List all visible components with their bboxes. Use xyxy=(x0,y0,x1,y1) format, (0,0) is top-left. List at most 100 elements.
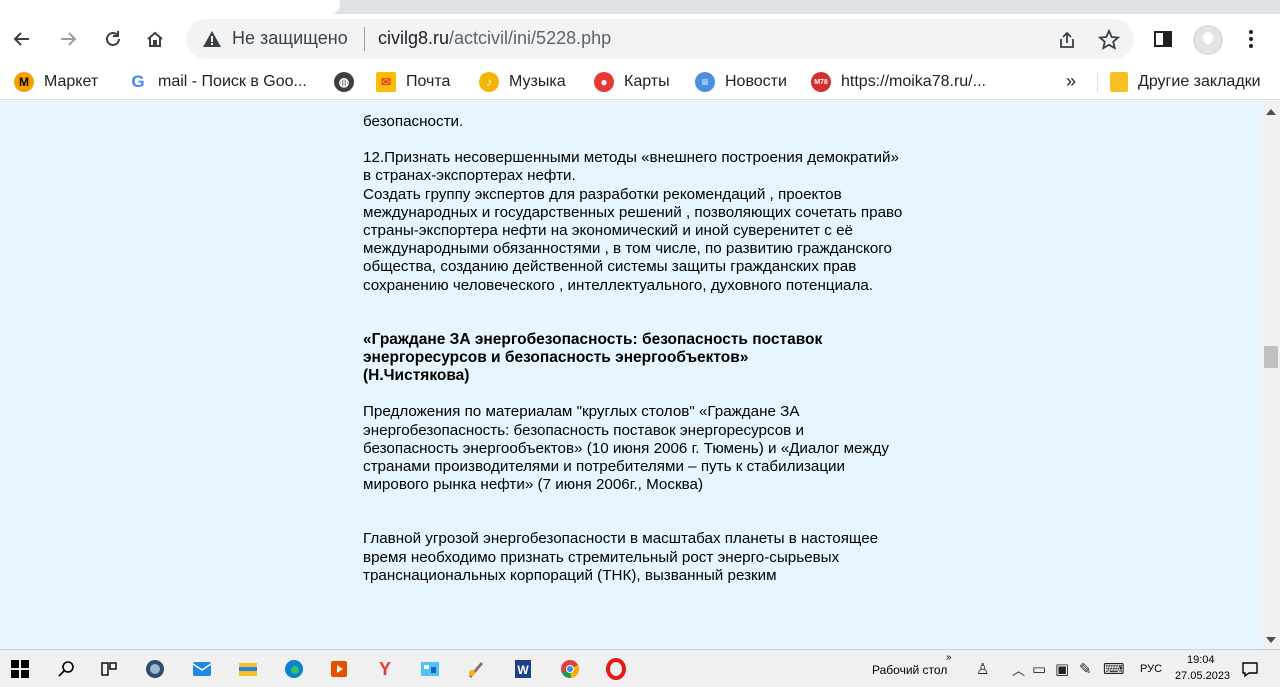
maps-pin-icon: ● xyxy=(594,72,614,92)
bookmark-news[interactable]: ≡ Новости xyxy=(695,71,787,93)
bookmark-label: Музыка xyxy=(509,73,566,90)
news-icon: ≡ xyxy=(695,72,715,92)
windows-taskbar: Y W Рабочий стол » ♙ ︿ ▭ ▣ ✎ ⌨ РУС 19:04… xyxy=(0,649,1280,687)
taskbar-app-explorer[interactable] xyxy=(236,657,260,681)
bookmarks-overflow-button[interactable]: » xyxy=(1066,71,1076,92)
star-icon xyxy=(1098,29,1120,50)
menu-button[interactable] xyxy=(1234,22,1268,56)
bookmark-label: Новости xyxy=(725,73,787,90)
network-icon[interactable]: ▣ xyxy=(1055,660,1069,678)
clock-date[interactable]: 27.05.2023 xyxy=(1175,670,1230,682)
bookmarks-divider xyxy=(1097,73,1098,93)
tab-strip xyxy=(0,0,1280,14)
bookmark-mail[interactable]: ✉ Почта xyxy=(376,71,450,93)
profile-avatar[interactable] xyxy=(1193,25,1223,55)
bookmark-label: Карты xyxy=(624,73,670,90)
bookmark-globe[interactable]: ◍ xyxy=(334,71,364,93)
start-button[interactable] xyxy=(8,657,32,681)
mail-app-icon xyxy=(192,662,212,676)
bookmark-label: Другие закладки xyxy=(1138,73,1261,90)
battery-icon[interactable]: ▭ xyxy=(1032,660,1046,678)
arrow-right-icon xyxy=(61,32,77,46)
notifications-button[interactable] xyxy=(1238,657,1262,681)
language-indicator[interactable]: РУС xyxy=(1140,663,1162,675)
bookmark-moika78[interactable]: M78 https://moika78.ru/... xyxy=(811,71,986,93)
edge-icon xyxy=(285,660,303,678)
share-button[interactable] xyxy=(1054,27,1080,53)
section-heading-author: (Н.Чистякова) xyxy=(363,367,470,385)
bookmark-other-folder[interactable]: Другие закладки xyxy=(1110,71,1261,93)
notification-icon xyxy=(1242,662,1258,678)
taskbar-app-yandex[interactable]: Y xyxy=(373,657,397,681)
section-heading-line1: «Граждане ЗА энергобезопасность: безопас… xyxy=(363,330,823,348)
item-12-title: 12.Признать несовершенными методы «внешн… xyxy=(363,149,899,185)
kebab-menu-icon xyxy=(1249,30,1253,48)
reload-button[interactable] xyxy=(96,22,130,56)
paint-icon xyxy=(469,662,483,678)
folder-icon xyxy=(1110,72,1128,92)
bookmark-label: mail - Поиск в Goo... xyxy=(158,73,307,90)
scroll-thumb[interactable] xyxy=(1264,346,1278,368)
bookmark-music[interactable]: ♪ Музыка xyxy=(479,71,566,93)
chevron-up-icon[interactable]: ︿ xyxy=(1012,660,1025,679)
task-view-button[interactable] xyxy=(97,657,121,681)
address-bar[interactable]: Не защищено civilg8.ru/actcivil/ini/5228… xyxy=(186,19,1134,59)
side-panel-icon xyxy=(1154,31,1172,47)
windows-logo-icon xyxy=(11,660,29,678)
scroll-down-arrow-icon[interactable] xyxy=(1266,637,1276,643)
yandex-market-icon: М xyxy=(14,72,34,92)
bookmark-maps[interactable]: ● Карты xyxy=(594,71,670,93)
share-icon xyxy=(1060,31,1074,48)
vertical-scrollbar[interactable] xyxy=(1262,101,1280,649)
taskbar-app-media[interactable] xyxy=(327,657,351,681)
keyboard-icon[interactable]: ⌨ xyxy=(1103,660,1125,678)
bookmarks-bar: М Маркет G mail - Поиск в Goo... ◍ ✉ Поч… xyxy=(0,64,1280,100)
clock-time[interactable]: 19:04 xyxy=(1187,654,1215,666)
task-view-icon xyxy=(101,662,117,676)
proposal-paragraph: Предложения по материалам "круглых столо… xyxy=(363,403,889,494)
article-body: безопасности. 12.Признать несовершенными… xyxy=(363,101,903,585)
side-panel-button[interactable] xyxy=(1146,22,1180,56)
bookmark-market[interactable]: М Маркет xyxy=(14,71,98,93)
google-icon: G xyxy=(128,72,148,92)
taskbar-search-button[interactable] xyxy=(54,657,78,681)
paragraph-fragment: безопасности. xyxy=(363,113,464,130)
security-status[interactable]: Не защищено xyxy=(232,28,348,49)
arrow-left-icon xyxy=(13,32,29,46)
taskbar-app-mail[interactable] xyxy=(190,657,214,681)
taskbar-app-cortana[interactable] xyxy=(143,657,167,681)
address-divider xyxy=(364,27,365,51)
taskbar-app-control-panel[interactable] xyxy=(418,657,442,681)
scroll-up-arrow-icon[interactable] xyxy=(1266,109,1276,115)
url-path: /actcivil/ini/5228.php xyxy=(449,28,612,48)
desktop-toolbar-expand[interactable]: » xyxy=(946,652,952,663)
home-button[interactable] xyxy=(138,22,172,56)
warning-triangle-icon[interactable] xyxy=(202,29,222,49)
bookmark-label: Почта xyxy=(406,73,451,90)
yandex-browser-icon: Y xyxy=(378,658,391,679)
bookmark-label: https://moika78.ru/... xyxy=(841,73,986,90)
opera-icon xyxy=(606,658,626,680)
taskbar-app-chrome[interactable] xyxy=(558,657,582,681)
word-icon: W xyxy=(515,660,531,678)
active-tab[interactable] xyxy=(0,0,340,14)
bookmark-label: Маркет xyxy=(44,73,99,90)
taskbar-app-edge[interactable] xyxy=(282,657,306,681)
bookmark-google-search[interactable]: G mail - Поиск в Goo... xyxy=(128,71,307,93)
people-icon[interactable]: ♙ xyxy=(976,660,989,678)
page-content: безопасности. 12.Признать несовершенными… xyxy=(0,101,1262,649)
section-heading-line2: энергоресурсов и безопасность энергообъе… xyxy=(363,349,749,367)
desktop-toolbar-label[interactable]: Рабочий стол xyxy=(872,663,947,677)
home-icon xyxy=(147,31,163,47)
taskbar-app-word[interactable]: W xyxy=(511,657,535,681)
media-player-icon xyxy=(331,661,347,677)
forward-button[interactable] xyxy=(51,22,85,56)
url-text[interactable]: civilg8.ru/actcivil/ini/5228.php xyxy=(378,28,611,49)
back-button[interactable] xyxy=(5,22,39,56)
pen-icon[interactable]: ✎ xyxy=(1079,660,1092,678)
mail-icon: ✉ xyxy=(376,72,396,92)
taskbar-app-opera[interactable] xyxy=(604,657,628,681)
taskbar-app-paint[interactable] xyxy=(464,657,488,681)
bookmark-star-button[interactable] xyxy=(1096,27,1122,53)
browser-toolbar: Не защищено civilg8.ru/actcivil/ini/5228… xyxy=(0,14,1280,64)
